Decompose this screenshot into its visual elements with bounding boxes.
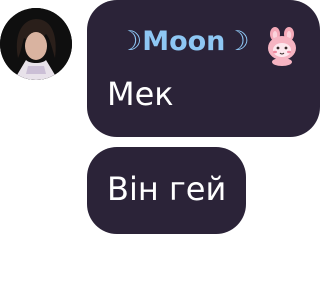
message-bubble[interactable]: Він гей: [87, 147, 246, 234]
sender-name[interactable]: ☽Moon☽: [118, 28, 250, 55]
message-text: Мек: [107, 75, 174, 113]
avatar[interactable]: [0, 8, 72, 80]
message-bubble[interactable]: ☽Moon☽ Мек: [87, 0, 320, 137]
avatar-photo: [0, 8, 72, 80]
pink-bunny-sticker-icon: [263, 26, 301, 66]
sender-row: ☽Moon☽: [118, 22, 250, 60]
message-text: Він гей: [107, 170, 227, 208]
